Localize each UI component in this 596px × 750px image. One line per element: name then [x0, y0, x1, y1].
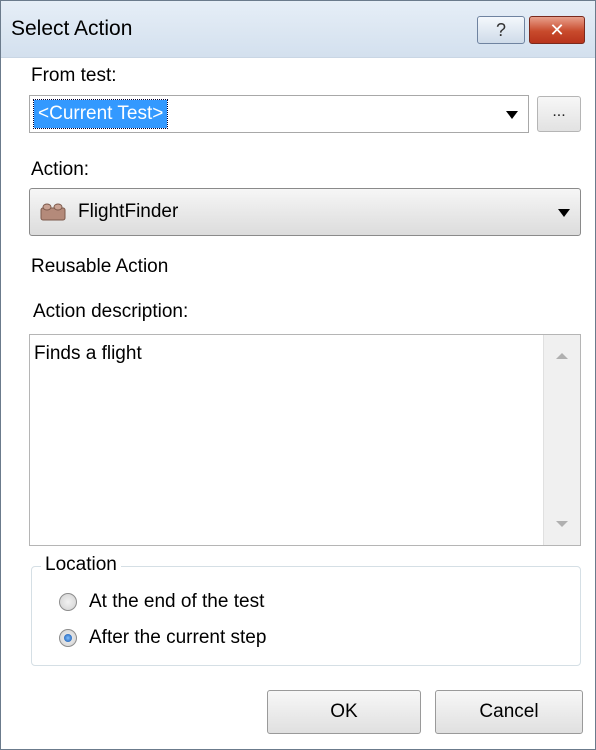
vertical-scrollbar[interactable] — [543, 335, 580, 545]
action-combobox[interactable]: FlightFinder — [29, 188, 581, 236]
reusable-action-text: Reusable Action — [31, 256, 169, 277]
location-legend: Location — [41, 554, 121, 576]
chevron-down-icon[interactable] — [506, 111, 518, 119]
select-action-dialog: Select Action ? ✕ From test: <Current Te… — [0, 0, 596, 750]
cancel-button[interactable]: Cancel — [435, 690, 583, 734]
browse-label: ... — [552, 103, 566, 120]
action-description-label: Action description: — [33, 301, 189, 322]
scroll-up-icon[interactable] — [556, 353, 568, 359]
title-bar[interactable]: Select Action ? ✕ — [1, 1, 595, 58]
ok-button[interactable]: OK — [267, 690, 421, 734]
radio-at-end-control[interactable] — [59, 593, 77, 611]
from-test-label: From test: — [31, 65, 117, 86]
browse-button[interactable]: ... — [537, 96, 581, 132]
action-value: FlightFinder — [78, 201, 179, 222]
window-title: Select Action — [11, 17, 133, 40]
action-label: Action: — [31, 159, 90, 180]
from-test-value: <Current Test> — [32, 99, 169, 129]
help-icon: ? — [495, 20, 506, 40]
radio-after-current-label[interactable]: After the current step — [89, 627, 266, 649]
close-icon: ✕ — [549, 20, 565, 40]
location-groupbox — [31, 566, 581, 666]
chevron-down-icon[interactable] — [558, 209, 570, 217]
help-button[interactable]: ? — [477, 16, 525, 44]
scroll-down-icon[interactable] — [556, 521, 568, 527]
radio-after-current-control[interactable] — [59, 629, 77, 647]
radio-at-end-label[interactable]: At the end of the test — [89, 591, 264, 613]
close-button[interactable]: ✕ — [529, 16, 585, 44]
action-block-icon — [40, 203, 66, 221]
from-test-combobox[interactable]: <Current Test> — [29, 95, 529, 133]
cancel-label: Cancel — [479, 701, 539, 722]
action-description-text: Finds a flight — [34, 343, 142, 364]
action-description-textarea[interactable]: Finds a flight — [29, 334, 581, 546]
ok-label: OK — [330, 701, 358, 722]
